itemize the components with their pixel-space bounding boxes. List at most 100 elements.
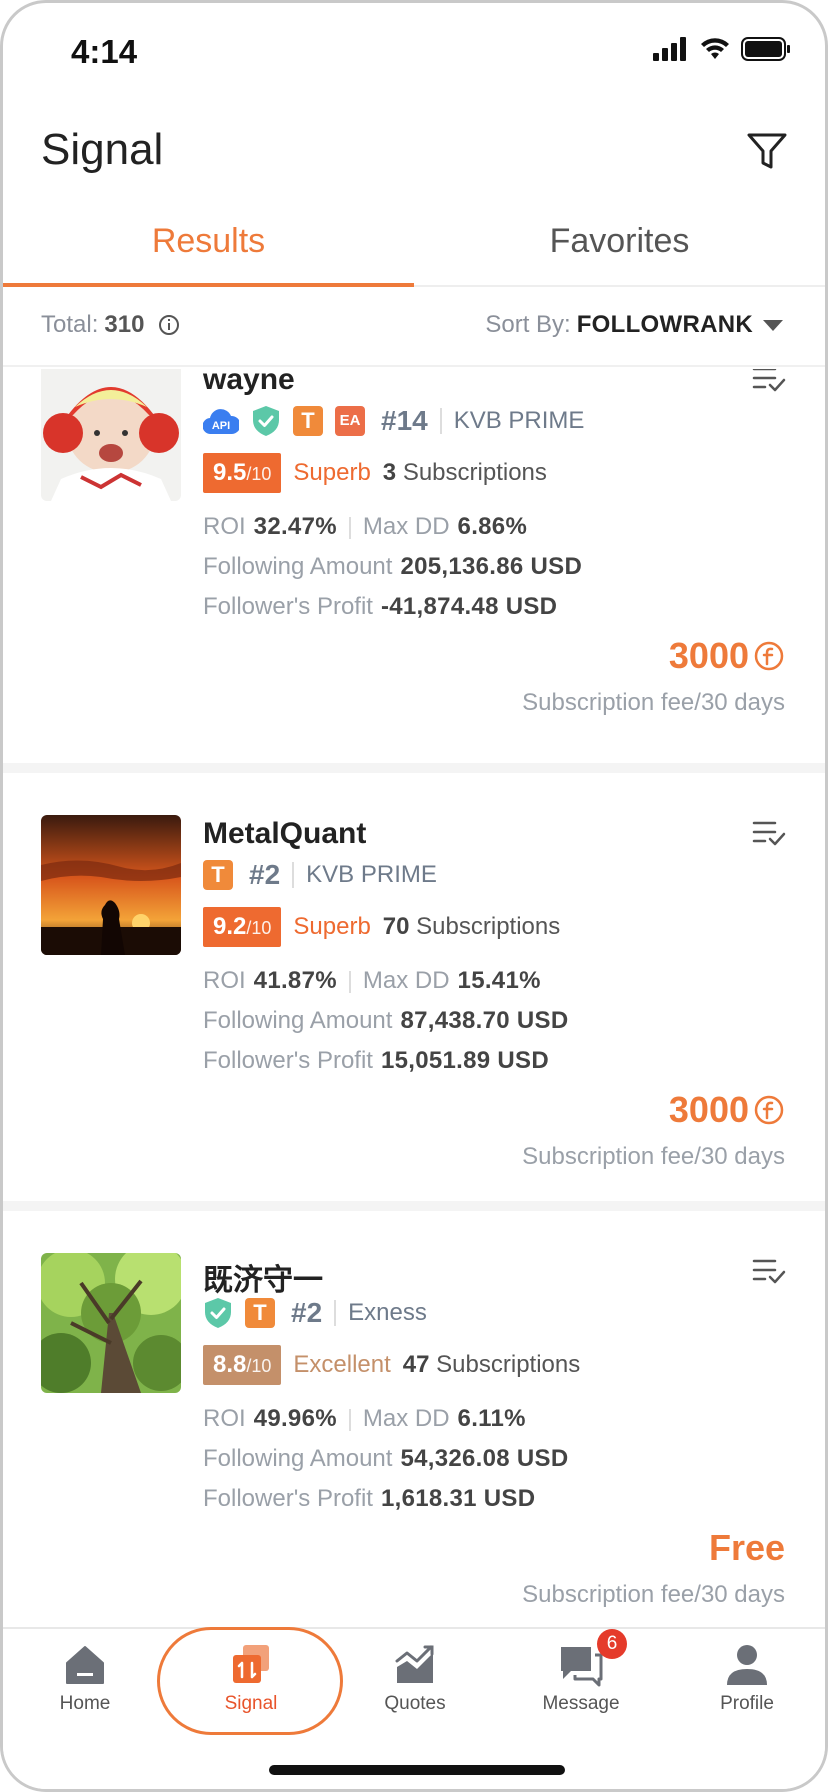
score-badge: 8.8/10	[203, 1345, 282, 1385]
score-label: Superb	[293, 913, 371, 940]
subscriptions-count: 47	[402, 1351, 430, 1378]
badge-row: T #2 KVB PRIME	[203, 857, 437, 893]
roi-stat: ROI 32.47% Max DD 6.86%	[203, 513, 527, 541]
score-label: Superb	[293, 459, 371, 486]
maxdd-value: 15.41%	[457, 967, 541, 994]
signal-card[interactable]: wayne API T EA #14 KVB PRIME 9.5/10 Supe…	[3, 369, 825, 786]
follower-profit-stat: Follower's Profit 1,618.31 USD	[203, 1485, 535, 1513]
following-label: Following Amount	[203, 553, 393, 580]
divider	[348, 1408, 351, 1431]
verified-shield-icon	[205, 1298, 231, 1328]
home-indicator[interactable]	[269, 1765, 565, 1775]
broker: Exness	[334, 1300, 427, 1326]
divider	[348, 970, 351, 993]
roi-value: 49.96%	[253, 1405, 337, 1432]
maxdd-value: 6.11%	[457, 1405, 526, 1432]
signal-name[interactable]: wayne	[203, 369, 295, 397]
total-label: Total:	[41, 311, 99, 338]
score-row: 9.5/10 Superb 3 Subscriptions	[203, 453, 547, 493]
score-label: Excellent	[293, 1351, 391, 1378]
home-icon	[66, 1646, 104, 1684]
signal-list[interactable]: wayne API T EA #14 KVB PRIME 9.5/10 Supe…	[3, 369, 825, 1627]
price-value: 3000	[668, 1089, 749, 1130]
nav-message[interactable]: Message	[511, 1641, 651, 1715]
profit-label: Follower's Profit	[203, 1485, 373, 1512]
fee-note: Subscription fee/30 days	[522, 1143, 785, 1170]
roi-label: ROI	[203, 513, 246, 540]
nav-label: Home	[59, 1693, 111, 1714]
info-icon[interactable]	[158, 314, 180, 336]
profile-icon	[727, 1645, 767, 1685]
broker: KVB PRIME	[439, 408, 584, 434]
signal-name[interactable]: MetalQuant	[203, 817, 366, 851]
rank: #2	[249, 859, 281, 890]
badge-row: T #2 Exness	[203, 1295, 427, 1331]
coin-icon	[754, 1095, 784, 1125]
roi-label: ROI	[203, 1405, 246, 1432]
signal-card[interactable]: MetalQuant T #2 KVB PRIME 9.2/10 Superb …	[3, 815, 825, 1240]
sort-dropdown[interactable]: Sort By: FOLLOWRANK	[485, 311, 783, 339]
subscriptions: 3 Subscriptions	[383, 459, 547, 487]
battery-icon	[741, 37, 790, 61]
broker: KVB PRIME	[292, 862, 437, 888]
caret-down-icon	[763, 319, 783, 331]
subscriptions: 47 Subscriptions	[403, 1351, 580, 1379]
score-denominator: /10	[246, 918, 272, 938]
add-to-list-icon[interactable]	[751, 369, 787, 397]
maxdd-label: Max DD	[362, 967, 450, 994]
svg-text:API: API	[212, 420, 230, 432]
subscriptions-label: Subscriptions	[416, 913, 561, 940]
add-to-list-icon[interactable]	[751, 815, 787, 851]
subscriptions-count: 70	[382, 913, 410, 940]
nav-quotes[interactable]: Quotes	[345, 1641, 485, 1715]
wifi-icon	[701, 38, 729, 59]
price-value: Free	[708, 1527, 785, 1568]
phone-screen: 4:14 Signal Results Favorites Total: 310…	[0, 0, 828, 1792]
filter-icon[interactable]	[745, 129, 789, 173]
subscription-price: 3000	[669, 1089, 785, 1131]
price-value: 3000	[668, 635, 749, 676]
following-value: 205,136.86 USD	[400, 553, 583, 580]
follower-profit-stat: Follower's Profit -41,874.48 USD	[203, 593, 557, 621]
nav-home[interactable]: Home	[15, 1641, 155, 1715]
score-denominator: /10	[246, 1356, 272, 1376]
nav-label: Profile	[720, 1693, 774, 1714]
total-value: 310	[104, 311, 145, 338]
profit-label: Follower's Profit	[203, 593, 373, 620]
subscriptions: 70 Subscriptions	[383, 913, 560, 941]
following-amount-stat: Following Amount 54,326.08 USD	[203, 1445, 568, 1473]
score-value: 8.8	[213, 1351, 247, 1378]
fee-note: Subscription fee/30 days	[522, 1581, 785, 1608]
subscriptions-label: Subscriptions	[436, 1351, 581, 1378]
trader-badge: T	[203, 860, 233, 890]
score-badge: 9.2/10	[203, 907, 282, 947]
maxdd-label: Max DD	[362, 1405, 450, 1432]
card-divider	[3, 1201, 825, 1211]
card-divider	[3, 763, 825, 773]
tab-bar: Results Favorites	[3, 203, 825, 287]
score-badge: 9.5/10	[203, 453, 282, 493]
following-label: Following Amount	[203, 1007, 393, 1034]
cellular-signal-icon	[653, 37, 686, 61]
api-cloud-icon: API	[203, 409, 239, 435]
badge-row: API T EA #14 KVB PRIME	[203, 403, 584, 439]
follower-profit-stat: Follower's Profit 15,051.89 USD	[203, 1047, 549, 1075]
chart-icon	[395, 1645, 434, 1683]
score-row: 8.8/10 Excellent 47 Subscriptions	[203, 1345, 580, 1385]
score-value: 9.2	[213, 913, 247, 940]
signal-name[interactable]: 既济守一	[203, 1255, 323, 1299]
score-value: 9.5	[213, 459, 247, 486]
roi-stat: ROI 49.96% Max DD 6.11%	[203, 1405, 526, 1433]
trader-badge: T	[293, 406, 323, 436]
add-to-list-icon[interactable]	[751, 1253, 787, 1289]
total-count: Total: 310	[41, 311, 180, 339]
signal-card[interactable]: 既济守一 T #2 Exness 8.8/10 Excellent 47 Sub…	[3, 1253, 825, 1627]
roi-value: 41.87%	[253, 967, 337, 994]
tab-results[interactable]: Results	[3, 203, 414, 287]
tab-favorites[interactable]: Favorites	[414, 203, 825, 285]
nav-profile[interactable]: Profile	[677, 1641, 817, 1715]
divider	[348, 516, 351, 539]
subscriptions-label: Subscriptions	[402, 459, 547, 486]
rank: #14	[381, 405, 428, 436]
following-value: 87,438.70 USD	[400, 1007, 569, 1034]
